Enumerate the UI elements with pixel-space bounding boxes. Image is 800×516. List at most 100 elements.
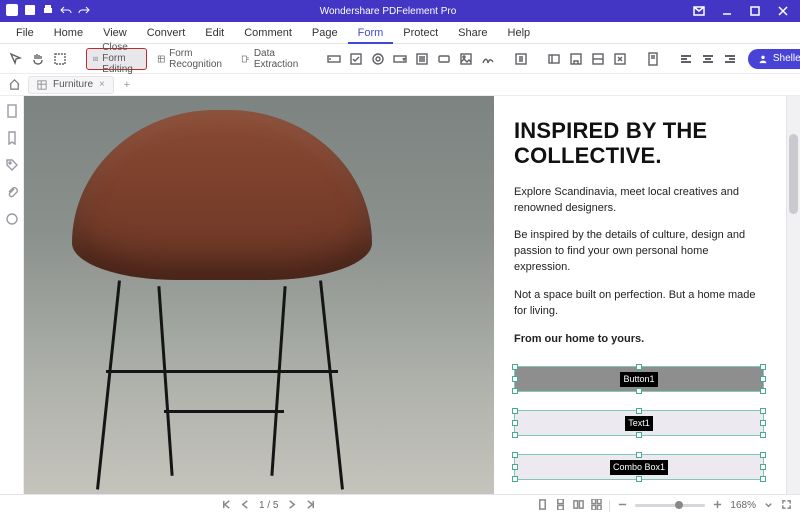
close-button[interactable] (770, 0, 796, 22)
save-icon[interactable] (24, 4, 36, 19)
page-indicator: 1 / 5 (259, 500, 278, 511)
document-image (24, 96, 494, 494)
ribbon: Close Form Editing Form Recognition Data… (0, 44, 800, 74)
mail-icon[interactable] (686, 0, 712, 22)
menu-file[interactable]: File (6, 22, 44, 44)
doc-tagline: From our home to yours. (514, 332, 764, 348)
signature-icon[interactable] (478, 49, 498, 69)
document-text: INSPIRED BY THE COLLECTIVE. Explore Scan… (494, 96, 786, 494)
side-panel (0, 96, 24, 494)
tool7-icon[interactable] (588, 49, 608, 69)
user-chip[interactable]: Shelley (748, 49, 800, 69)
close-form-editing-label: Close Form Editing (102, 42, 139, 75)
zoom-out-icon[interactable] (617, 499, 628, 513)
minimize-button[interactable] (714, 0, 740, 22)
image-field-icon[interactable] (456, 49, 476, 69)
data-extraction-label: Data Extraction (254, 48, 302, 70)
single-page-view-icon[interactable] (537, 499, 548, 513)
edit-selection-icon[interactable] (50, 49, 70, 69)
tag-icon[interactable] (5, 158, 19, 175)
prev-page-icon[interactable] (240, 499, 251, 513)
print-icon[interactable] (42, 4, 54, 19)
vertical-scrollbar[interactable] (786, 96, 800, 494)
first-page-icon[interactable] (221, 499, 232, 513)
add-tab-button[interactable]: + (120, 79, 134, 91)
menu-comment[interactable]: Comment (234, 22, 302, 44)
menu-protect[interactable]: Protect (393, 22, 448, 44)
attachments-icon[interactable] (5, 185, 19, 202)
align-left-icon[interactable] (676, 49, 696, 69)
menu-view[interactable]: View (93, 22, 137, 44)
doc-paragraph: Explore Scandinavia, meet local creative… (514, 185, 764, 217)
two-continuous-view-icon[interactable] (591, 499, 602, 513)
user-name: Shelley (773, 53, 800, 64)
text-field-icon[interactable] (324, 49, 344, 69)
menu-share[interactable]: Share (448, 22, 497, 44)
tool6-icon[interactable] (566, 49, 586, 69)
next-page-icon[interactable] (286, 499, 297, 513)
app-title: Wondershare PDFelement Pro (90, 6, 686, 17)
form-field-label: Combo Box1 (610, 460, 668, 475)
last-page-icon[interactable] (305, 499, 316, 513)
table-icon (37, 80, 47, 90)
title-bar: Wondershare PDFelement Pro (0, 0, 800, 22)
doc-heading: INSPIRED BY THE COLLECTIVE. (514, 118, 764, 169)
tool5-icon[interactable] (544, 49, 564, 69)
form-text-field[interactable]: Text1 (514, 410, 764, 436)
hand-tool-icon[interactable] (28, 49, 48, 69)
main-area: INSPIRED BY THE COLLECTIVE. Explore Scan… (0, 96, 800, 494)
zoom-in-icon[interactable] (712, 499, 723, 513)
thumbnails-icon[interactable] (5, 104, 19, 121)
data-extraction-button[interactable]: Data Extraction (235, 48, 307, 70)
menu-help[interactable]: Help (498, 22, 541, 44)
menu-edit[interactable]: Edit (195, 22, 234, 44)
page-template-icon[interactable] (646, 49, 660, 69)
menu-page[interactable]: Page (302, 22, 348, 44)
list-icon[interactable] (412, 49, 432, 69)
redo-icon[interactable] (78, 4, 90, 19)
document-canvas[interactable]: INSPIRED BY THE COLLECTIVE. Explore Scan… (24, 96, 786, 494)
bookmarks-icon[interactable] (5, 131, 19, 148)
fullscreen-icon[interactable] (781, 499, 792, 513)
app-logo-icon (6, 4, 18, 19)
document-tabs: Furniture × + (0, 74, 800, 96)
form-recognition-button[interactable]: Form Recognition (151, 48, 232, 70)
scroll-thumb[interactable] (789, 134, 798, 214)
document-tab-label: Furniture (53, 79, 93, 90)
button-field-icon[interactable] (434, 49, 454, 69)
zoom-slider[interactable] (635, 504, 705, 507)
status-bar: 1 / 5 168% (0, 494, 800, 516)
align-right-icon[interactable] (720, 49, 740, 69)
menu-convert[interactable]: Convert (137, 22, 196, 44)
quick-access (0, 4, 90, 19)
continuous-view-icon[interactable] (555, 499, 566, 513)
menu-home[interactable]: Home (44, 22, 93, 44)
close-form-editing-button[interactable]: Close Form Editing (86, 48, 147, 70)
menu-bar: File Home View Convert Edit Comment Page… (0, 22, 800, 44)
window-controls (686, 0, 800, 22)
checkbox-icon[interactable] (346, 49, 366, 69)
menu-form[interactable]: Form (348, 22, 394, 44)
tool8-icon[interactable] (610, 49, 630, 69)
form-recognition-label: Form Recognition (169, 48, 225, 70)
form-field-label: Text1 (625, 416, 653, 431)
two-page-view-icon[interactable] (573, 499, 584, 513)
zoom-value[interactable]: 168% (730, 500, 756, 511)
undo-icon[interactable] (60, 4, 72, 19)
maximize-button[interactable] (742, 0, 768, 22)
form-button-field[interactable]: Button1 (514, 366, 764, 392)
align-center-icon[interactable] (698, 49, 718, 69)
doc-paragraph: Not a space built on perfection. But a h… (514, 288, 764, 320)
form-combo-field[interactable]: Combo Box1 (514, 454, 764, 480)
comments-icon[interactable] (5, 212, 19, 229)
page: INSPIRED BY THE COLLECTIVE. Explore Scan… (24, 96, 786, 494)
form-properties-icon[interactable] (514, 49, 528, 69)
document-tab[interactable]: Furniture × (28, 76, 114, 94)
zoom-dropdown-icon[interactable] (763, 499, 774, 513)
form-field-label: Button1 (620, 372, 657, 387)
radio-icon[interactable] (368, 49, 388, 69)
home-icon[interactable] (6, 77, 22, 93)
select-tool-icon[interactable] (6, 49, 26, 69)
combo-icon[interactable] (390, 49, 410, 69)
close-tab-icon[interactable]: × (99, 79, 105, 90)
